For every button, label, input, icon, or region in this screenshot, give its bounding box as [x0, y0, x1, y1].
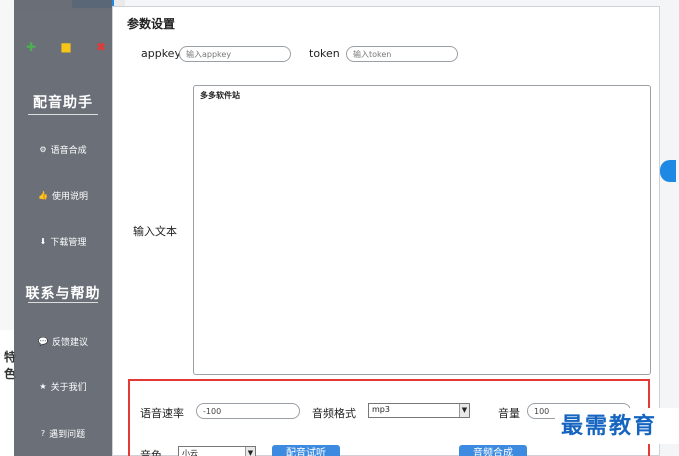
- audio-format-value: mp3: [372, 405, 390, 414]
- speech-rate-input[interactable]: [196, 403, 300, 419]
- chat-icon: 💬: [38, 337, 48, 346]
- sidebar-item-label: 语音合成: [50, 146, 87, 156]
- chevron-down-icon: ▼: [245, 447, 255, 456]
- text-input-value: 多多软件站: [200, 91, 240, 100]
- sidebar-item-label: 关于我们: [50, 383, 87, 393]
- sidebar-item-label: 使用说明: [51, 192, 88, 202]
- sidebar-item-downloads[interactable]: ⬇ 下载管理: [14, 235, 112, 248]
- chevron-down-icon: ▼: [459, 404, 469, 417]
- text-input-label: 输入文本: [133, 225, 177, 238]
- audio-format-label: 音频格式: [312, 407, 356, 420]
- download-icon: ⬇: [39, 237, 47, 246]
- sidebar-item-label: 遇到问题: [49, 430, 86, 440]
- sidebar-item-speech-synthesis[interactable]: ⚙ 语音合成: [14, 143, 112, 156]
- sidebar-item-feedback[interactable]: 💬 反馈建议: [14, 335, 112, 348]
- voice-select[interactable]: 小云 ▼: [178, 446, 256, 456]
- token-input[interactable]: [346, 46, 458, 62]
- green-dot-icon[interactable]: ✚: [26, 40, 36, 54]
- background-bottom-left: 特色: [0, 330, 16, 456]
- synthesize-button[interactable]: 音频合成: [459, 445, 527, 456]
- close-icon[interactable]: ✖: [96, 40, 106, 54]
- sidebar-divider: [28, 302, 98, 303]
- yellow-square-icon[interactable]: ■: [60, 40, 71, 54]
- voice-label: 音色: [140, 449, 162, 456]
- watermark-logo: 最需教育: [555, 408, 679, 444]
- speech-rate-label: 语音速率: [140, 407, 184, 420]
- thumb-icon: 👍: [38, 191, 48, 200]
- sidebar-section-help: 联系与帮助: [25, 286, 101, 302]
- sidebar-item-instructions[interactable]: 👍 使用说明: [14, 189, 112, 202]
- audio-format-select[interactable]: mp3 ▼: [368, 403, 470, 418]
- floating-side-button[interactable]: [660, 160, 676, 182]
- gear-icon: ⚙: [39, 145, 47, 154]
- appkey-input[interactable]: [179, 46, 291, 62]
- sidebar-item-label: 反馈建议: [51, 338, 88, 348]
- parameter-settings-dialog: 参数设置 appkey token 输入文本 多多软件站 语音速率 音频格式 m…: [112, 6, 660, 456]
- question-icon: ?: [40, 429, 46, 438]
- sidebar-item-about[interactable]: ★ 关于我们: [14, 380, 112, 393]
- sidebar: ✚ ■ ✖ 配音助手 ⚙ 语音合成 👍 使用说明 ⬇ 下载管理 联系与帮助 💬 …: [14, 0, 112, 456]
- window-controls: ✚ ■ ✖: [26, 40, 106, 54]
- sidebar-item-problems[interactable]: ? 遇到问题: [14, 427, 112, 440]
- sidebar-item-label: 下载管理: [50, 238, 87, 248]
- sidebar-divider: [28, 114, 98, 115]
- volume-label: 音量: [498, 407, 520, 420]
- dialog-title: 参数设置: [127, 17, 176, 31]
- preview-button[interactable]: 配音试听: [272, 445, 340, 456]
- appkey-label: appkey: [141, 47, 181, 60]
- star-icon: ★: [39, 382, 47, 391]
- token-label: token: [309, 47, 340, 60]
- sidebar-section-dubbing: 配音助手: [33, 95, 93, 111]
- voice-value: 小云: [182, 449, 198, 456]
- text-input-area[interactable]: 多多软件站: [193, 85, 651, 375]
